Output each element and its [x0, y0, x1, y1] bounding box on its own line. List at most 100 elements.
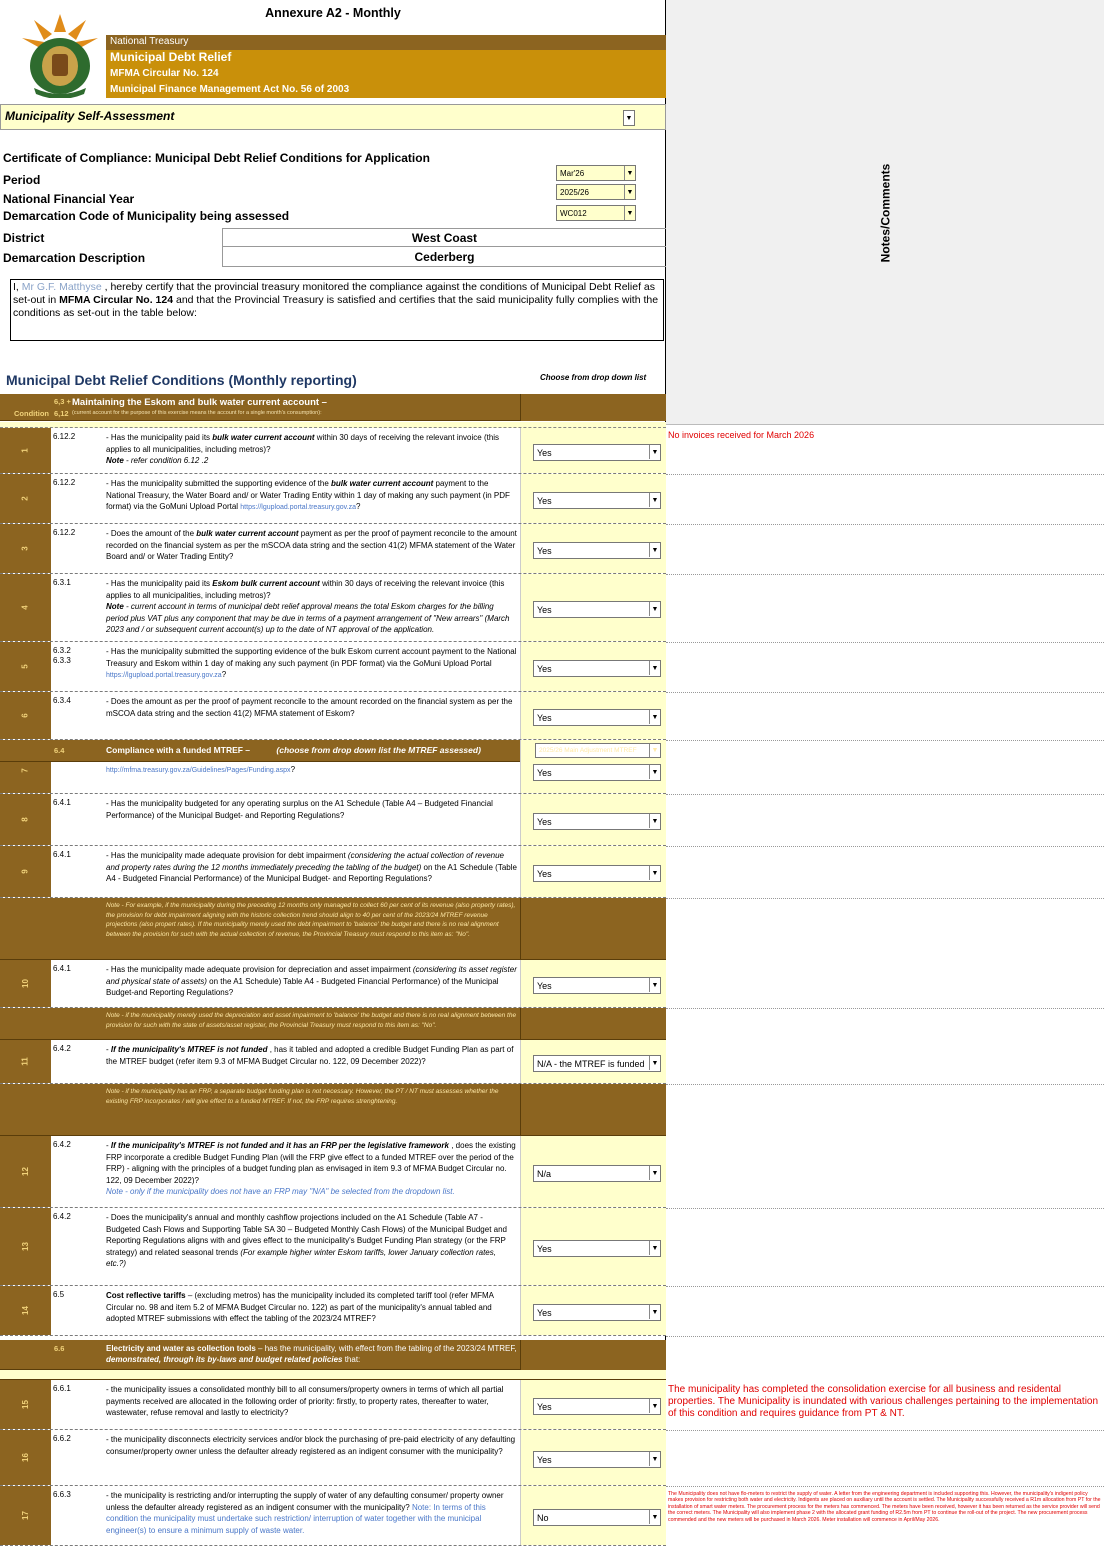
comment-condition-15[interactable]: The municipality has completed the conso… [668, 1384, 1102, 1420]
row-number: 9 [20, 869, 30, 874]
chevron-down-icon: ▼ [649, 1056, 660, 1070]
row-number-cell: 1 [0, 428, 51, 473]
row-number: 13 [21, 1242, 30, 1251]
mtref-dropdown[interactable]: 2025/26 Main Adjustment MTREF ▼ [535, 743, 661, 758]
answer-dropdown[interactable]: Yes ▼ [533, 1304, 661, 1321]
main-sheet: Annexure A2 - Monthly National Treasury … [0, 0, 666, 1546]
cert-text-part: I, [13, 281, 22, 293]
coat-of-arms-logo [22, 14, 98, 98]
answer-dropdown[interactable]: Yes ▼ [533, 1240, 661, 1257]
answer-dropdown[interactable]: Yes ▼ [533, 977, 661, 994]
answer-value: Yes [537, 1308, 552, 1318]
condition-ref: 6.6.1 [53, 1384, 71, 1393]
condition-row: 3 6.12.2 - Does the amount of the bulk wat… [0, 524, 666, 574]
condition-ref: 6.4.1 [53, 850, 71, 859]
answer-dropdown[interactable]: Yes ▼ [533, 601, 661, 618]
row-number-cell: 15 [0, 1380, 51, 1429]
band-spacer [0, 1370, 666, 1380]
answer-dropdown[interactable]: No ▼ [533, 1509, 661, 1526]
demarcation-dropdown[interactable]: WC012 ▼ [556, 205, 636, 221]
condition-ref: 6.12.2 [53, 528, 76, 537]
answer-dropdown[interactable]: Yes ▼ [533, 709, 661, 726]
answer-dropdown[interactable]: Yes ▼ [533, 865, 661, 882]
row-number: 16 [21, 1453, 30, 1462]
answer-dropdown[interactable]: Yes ▼ [533, 444, 661, 461]
band-ref: 6,3 + [54, 397, 71, 406]
answer-dropdown[interactable]: Yes ▼ [533, 1398, 661, 1415]
chevron-down-icon: ▼ [624, 166, 635, 180]
row-number: 2 [20, 496, 30, 501]
chevron-down-icon: ▼ [649, 493, 660, 507]
condition-row: 17 6.6.3 - the municipality is restricting… [0, 1486, 666, 1546]
certificate-title: Certificate of Compliance: Municipal Deb… [3, 151, 430, 165]
condition-row: 2 6.12.2 - Has the municipality submitted … [0, 474, 666, 524]
answer-cell: Yes ▼ [520, 1208, 666, 1285]
notes-row-line [666, 740, 1104, 741]
answer-dropdown[interactable]: Yes ▼ [533, 492, 661, 509]
answer-dropdown[interactable]: N/a ▼ [533, 1165, 661, 1182]
note-answer-cell [520, 898, 666, 959]
period-label: Period [3, 173, 41, 187]
district-value-cell: West Coast [222, 228, 666, 247]
notes-row-line [666, 1336, 1104, 1337]
row-number-cell: 14 [0, 1286, 51, 1335]
row-number-cell: 17 [0, 1486, 51, 1545]
comment-condition-17[interactable]: The Municipality does not have flo-meter… [668, 1491, 1104, 1523]
answer-cell: Yes ▼ [520, 524, 666, 573]
condition-row: 4 6.3.1 - Has the municipality paid its Es… [0, 574, 666, 642]
condition-ref: 6.12.2 [53, 478, 76, 487]
answer-dropdown[interactable]: Yes ▼ [533, 764, 661, 781]
answer-dropdown[interactable]: Yes ▼ [533, 1451, 661, 1468]
condition-ref: 6.4.2 [53, 1140, 71, 1149]
period-dropdown[interactable]: Mar'26 ▼ [556, 165, 636, 181]
answer-dropdown[interactable]: Yes ▼ [533, 660, 661, 677]
district-value: West Coast [411, 231, 478, 245]
answer-cell: Yes ▼ [520, 1286, 666, 1335]
answer-cell: Yes ▼ [520, 692, 666, 739]
condition-ref: 6.3.4 [53, 696, 71, 705]
row-number-cell: 16 [0, 1430, 51, 1485]
condition-question: - Does the amount as per the proof of pa… [106, 697, 513, 718]
circular-ref: MFMA Circular No. 124 [59, 294, 174, 306]
condition-ref: 6.3.1 [53, 578, 71, 587]
description-value: Cederberg [414, 250, 475, 264]
answer-cell: Yes ▼ [520, 642, 666, 691]
row-number: 1 [20, 448, 30, 453]
answer-cell: No ▼ [520, 1486, 666, 1545]
fy-dropdown[interactable]: 2025/26 ▼ [556, 184, 636, 200]
answer-dropdown[interactable]: Yes ▼ [533, 542, 661, 559]
district-label: District [3, 231, 45, 245]
row-number: 5 [20, 664, 30, 669]
condition-row: 15 6.6.1 - the municipality issues a conso… [0, 1380, 666, 1430]
annexure-title: Annexure A2 - Monthly [265, 6, 401, 20]
self-assessment-dropdown[interactable]: ▼ [623, 110, 635, 126]
fy-label: National Financial Year [3, 192, 135, 206]
notes-row-line [666, 642, 1104, 643]
chevron-down-icon: ▼ [649, 1510, 660, 1524]
answer-dropdown[interactable]: N/A - the MTREF is funded ▼ [533, 1055, 661, 1072]
chevron-down-icon: ▼ [649, 543, 660, 557]
mtref-value: 2025/26 Main Adjustment MTREF [539, 747, 637, 754]
condition-question: - Has the municipality paid its Eskom bu… [106, 579, 510, 634]
answer-cell: N/a ▼ [520, 1136, 666, 1207]
self-assessment-selector[interactable]: Municipality Self-Assessment ▼ [0, 104, 666, 130]
chevron-down-icon: ▼ [624, 206, 635, 220]
comment-condition-1[interactable]: No invoices received for March 2026 [668, 430, 814, 440]
row-number: 7 [20, 768, 30, 773]
row-number-cell: 6 [0, 692, 51, 739]
row-number: 6 [20, 713, 30, 718]
answer-value: N/A - the MTREF is funded [537, 1059, 645, 1069]
chevron-down-icon: ▼ [649, 866, 660, 880]
condition-ref: 6.4.2 [53, 1044, 71, 1053]
row-number-cell: 11 [0, 1040, 51, 1083]
row-number-cell: 4 [0, 574, 51, 641]
answer-dropdown[interactable]: Yes ▼ [533, 813, 661, 830]
demarcation-label: Demarcation Code of Municipality being a… [3, 209, 290, 223]
condition-row: 14 6.5 Cost reflective tariffs – (excludin… [0, 1286, 666, 1336]
condition-question: - the municipality disconnects electrici… [106, 1435, 516, 1456]
condition-question: - the municipality issues a consolidated… [106, 1385, 504, 1417]
answer-value: Yes [537, 496, 552, 506]
answer-value: Yes [537, 1402, 552, 1412]
band-ref: 6,12 [54, 409, 69, 418]
notes-row-line [666, 524, 1104, 525]
